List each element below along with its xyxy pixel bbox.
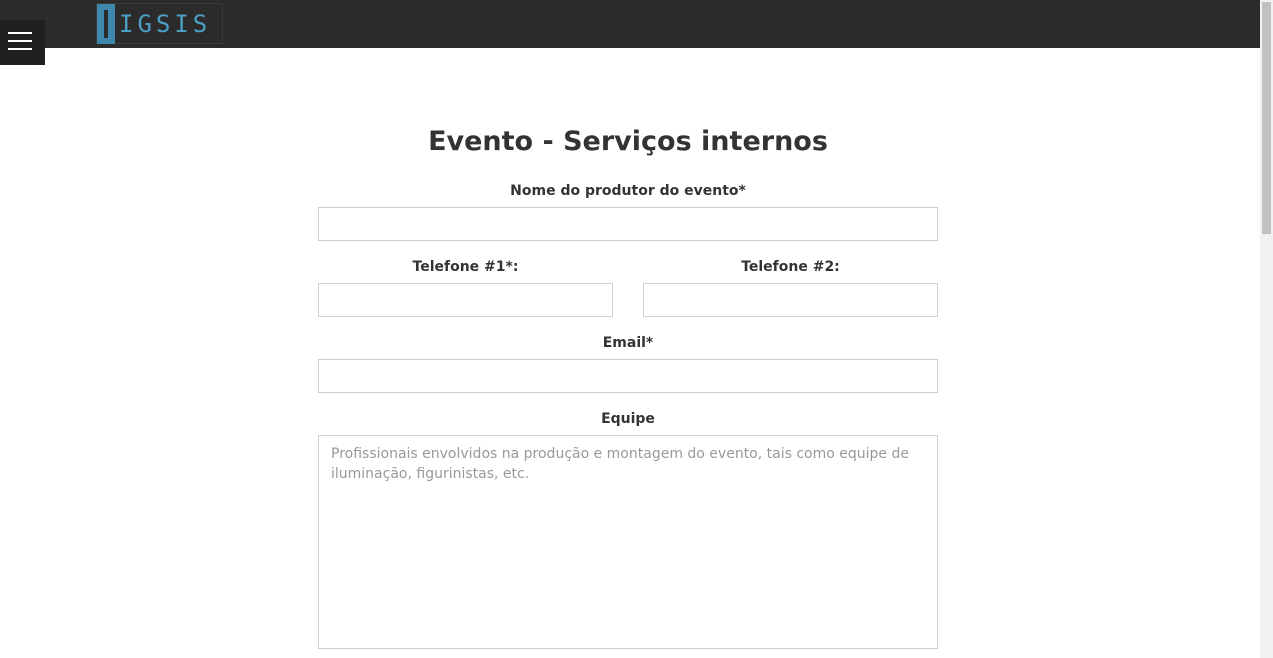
- hamburger-menu-button[interactable]: [0, 20, 45, 65]
- scrollbar-thumb[interactable]: [1262, 2, 1271, 234]
- top-navbar: IGSIS: [0, 0, 1260, 48]
- site-logo[interactable]: IGSIS: [96, 3, 223, 44]
- email-input[interactable]: [318, 359, 938, 393]
- team-textarea[interactable]: [318, 435, 938, 649]
- producer-name-input[interactable]: [318, 207, 938, 241]
- hamburger-menu-icon-line: [8, 48, 32, 50]
- hamburger-menu-icon-line: [8, 40, 32, 42]
- phone2-label: Telefone #2:: [741, 259, 840, 275]
- page-title: Evento - Serviços internos: [428, 126, 828, 157]
- team-label: Equipe: [601, 411, 655, 427]
- phone1-label: Telefone #1*:: [412, 259, 519, 275]
- page-scrollbar[interactable]: [1260, 0, 1273, 658]
- phone1-input[interactable]: [318, 283, 613, 317]
- phone2-input[interactable]: [643, 283, 938, 317]
- logo-text: IGSIS: [119, 10, 212, 38]
- logo-mark-icon: [97, 4, 115, 44]
- hamburger-menu-icon: [8, 32, 32, 34]
- producer-name-label: Nome do produtor do evento*: [510, 183, 746, 199]
- email-label: Email*: [602, 335, 654, 351]
